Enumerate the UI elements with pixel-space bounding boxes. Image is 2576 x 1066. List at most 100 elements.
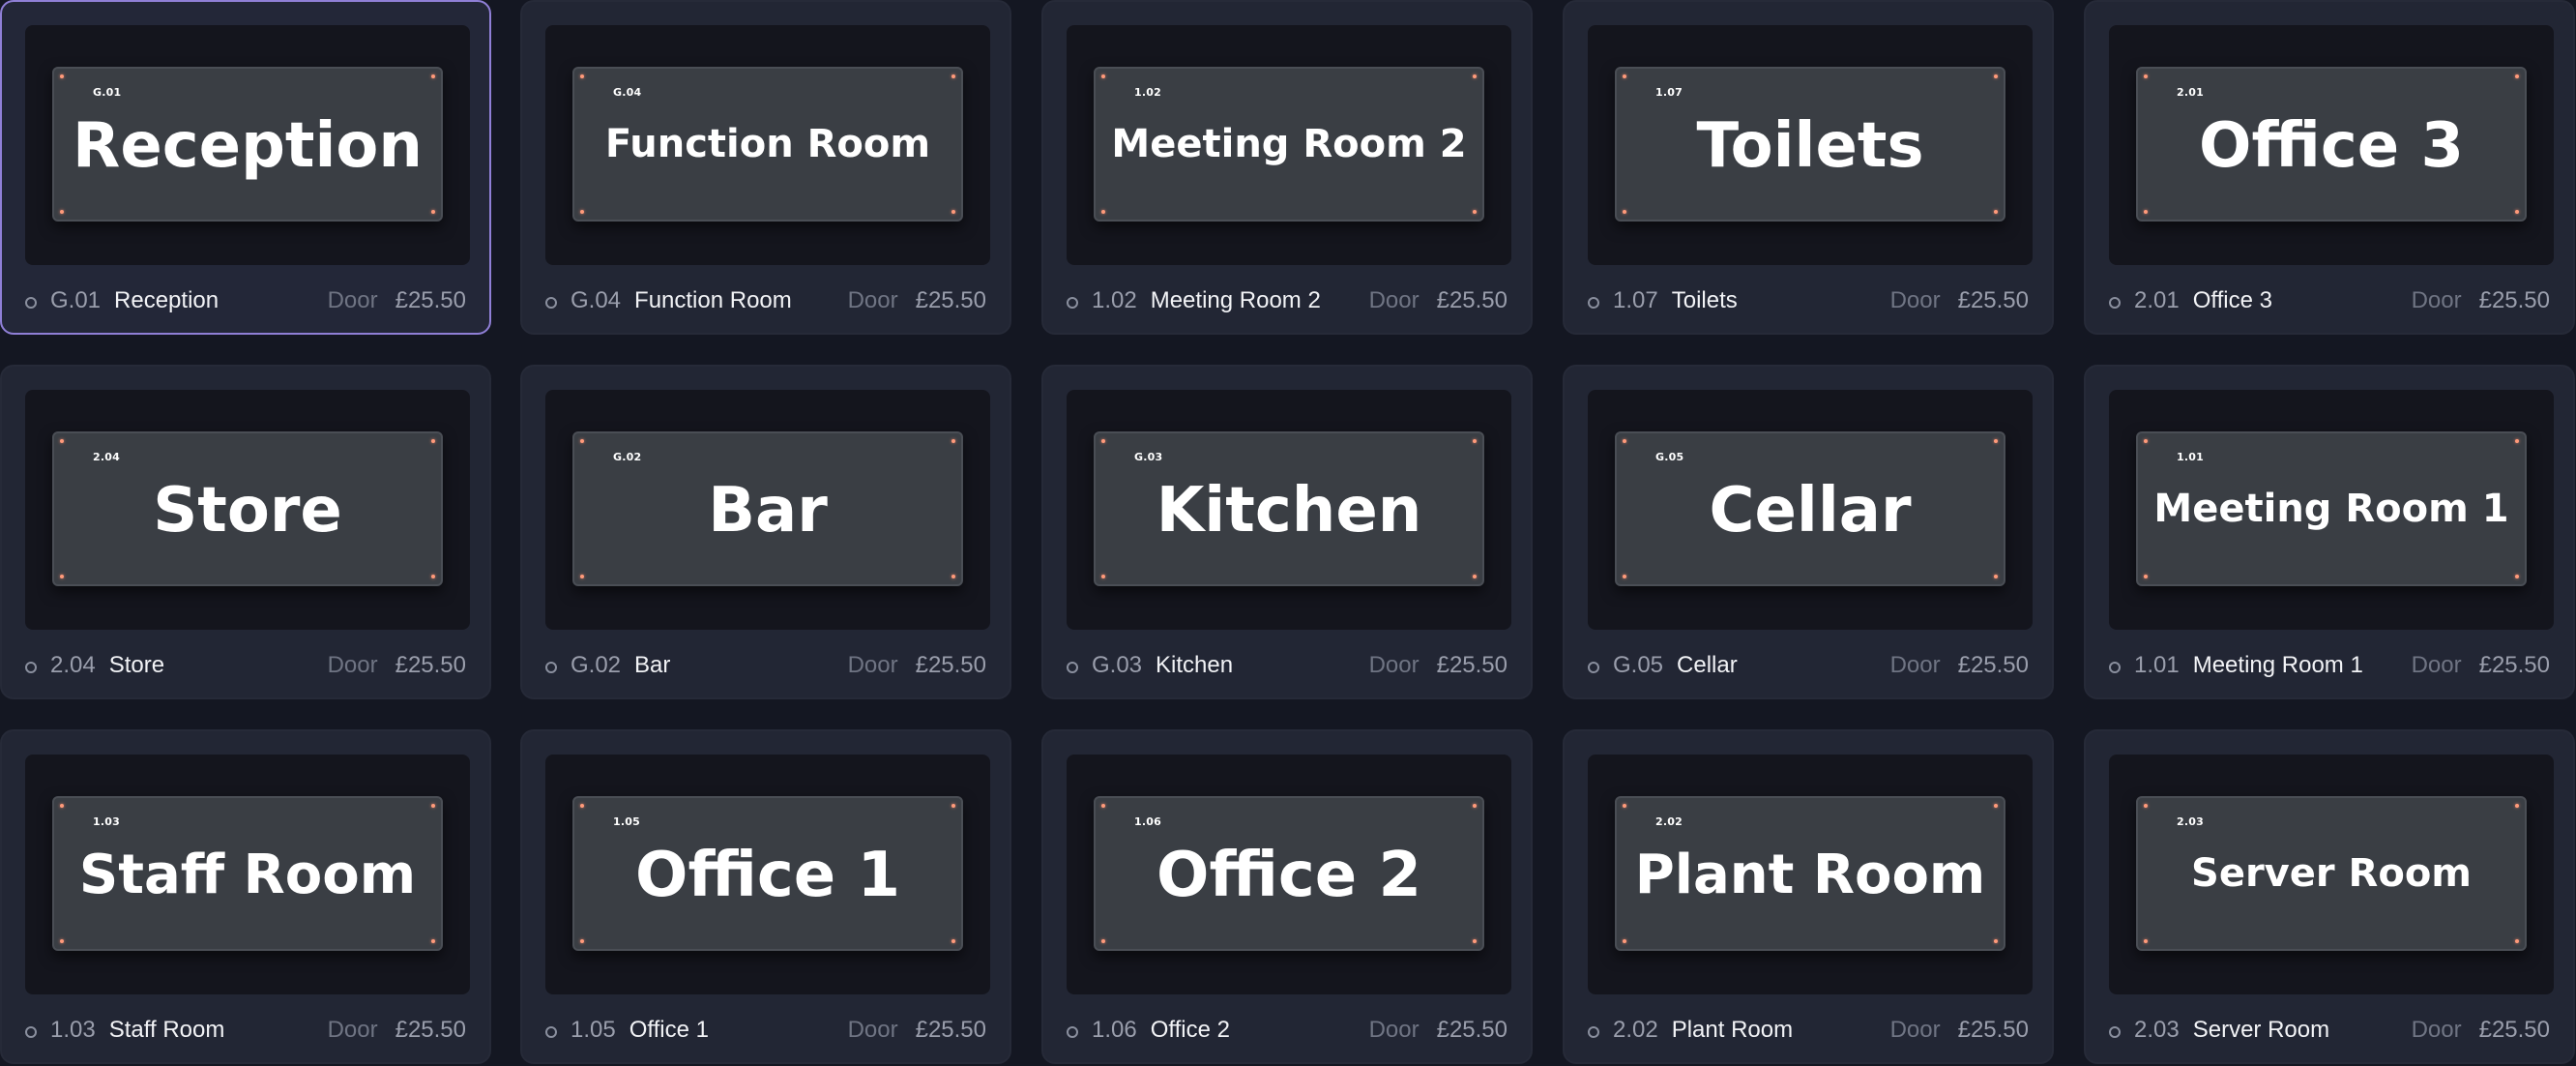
sign-type: Door <box>847 652 898 678</box>
sign-preview: 1.06 Office 2 <box>1067 755 1511 994</box>
sign-preview: G.03 Kitchen <box>1067 390 1511 630</box>
card-footer: 1.07 Toilets Door £25.50 <box>1588 287 2029 313</box>
card-footer: 1.05 Office 1 Door £25.50 <box>545 1017 986 1043</box>
screw-icon <box>2515 804 2519 808</box>
plate-room-name: Staff Room <box>78 844 417 906</box>
screw-icon <box>431 575 435 578</box>
screw-icon <box>60 210 64 214</box>
sign-card-toilets[interactable]: 1.07 Toilets 1.07 Toilets Door £25.50 <box>1563 0 2054 335</box>
screw-icon <box>1623 804 1626 808</box>
plate-room-name: Cellar <box>1709 475 1912 547</box>
sign-card-office-1[interactable]: 1.05 Office 1 1.05 Office 1 Door £25.50 <box>520 729 1011 1064</box>
sign-type: Door <box>2411 1017 2462 1043</box>
sign-price: £25.50 <box>395 1017 466 1043</box>
radio-icon[interactable] <box>1588 662 1599 673</box>
screw-icon <box>60 74 64 78</box>
radio-icon[interactable] <box>545 297 557 309</box>
radio-icon[interactable] <box>1067 1026 1078 1038</box>
sign-card-bar[interactable]: G.02 Bar G.02 Bar Door £25.50 <box>520 365 1011 699</box>
plate-room-name: Server Room <box>2191 851 2472 896</box>
screw-icon <box>580 575 584 578</box>
sign-card-meeting-room-2[interactable]: 1.02 Meeting Room 2 1.02 Meeting Room 2 … <box>1041 0 1533 335</box>
sign-preview: G.05 Cellar <box>1588 390 2033 630</box>
sign-card-plant-room[interactable]: 2.02 Plant Room 2.02 Plant Room Door £25… <box>1563 729 2054 1064</box>
screw-icon <box>1623 439 1626 443</box>
room-code: G.05 <box>1613 652 1664 678</box>
sign-card-cellar[interactable]: G.05 Cellar G.05 Cellar Door £25.50 <box>1563 365 2054 699</box>
radio-icon[interactable] <box>545 1026 557 1038</box>
room-code: G.04 <box>571 287 622 313</box>
radio-icon[interactable] <box>1588 1026 1599 1038</box>
sign-card-office-3[interactable]: 2.01 Office 3 2.01 Office 3 Door £25.50 <box>2084 0 2575 335</box>
card-footer: 2.03 Server Room Door £25.50 <box>2109 1017 2550 1043</box>
card-footer: 1.06 Office 2 Door £25.50 <box>1067 1017 1508 1043</box>
radio-icon[interactable] <box>2109 1026 2121 1038</box>
sign-card-staff-room[interactable]: 1.03 Staff Room 1.03 Staff Room Door £25… <box>0 729 491 1064</box>
radio-icon[interactable] <box>25 297 37 309</box>
screw-icon <box>60 439 64 443</box>
sign-card-office-2[interactable]: 1.06 Office 2 1.06 Office 2 Door £25.50 <box>1041 729 1533 1064</box>
screw-icon <box>1994 804 1998 808</box>
screw-icon <box>1994 439 1998 443</box>
room-code: 1.03 <box>50 1017 96 1043</box>
screw-icon <box>2144 74 2148 78</box>
screw-icon <box>951 804 955 808</box>
sign-card-store[interactable]: 2.04 Store 2.04 Store Door £25.50 <box>0 365 491 699</box>
screw-icon <box>431 439 435 443</box>
room-name: Meeting Room 1 <box>2192 652 2363 678</box>
sign-price: £25.50 <box>915 1017 986 1043</box>
sign-type: Door <box>847 1017 898 1043</box>
screw-icon <box>2144 939 2148 943</box>
screw-icon <box>2515 939 2519 943</box>
plate-room-code: 1.03 <box>93 815 120 828</box>
radio-icon[interactable] <box>1067 662 1078 673</box>
sign-type: Door <box>1889 1017 1941 1043</box>
room-code: 1.01 <box>2134 652 2180 678</box>
radio-icon[interactable] <box>2109 297 2121 309</box>
screw-icon <box>60 939 64 943</box>
screw-icon <box>1101 575 1105 578</box>
plate-room-code: 1.07 <box>1655 86 1683 99</box>
screw-icon <box>2144 575 2148 578</box>
sign-card-server-room[interactable]: 2.03 Server Room 2.03 Server Room Door £… <box>2084 729 2575 1064</box>
sign-type: Door <box>1368 652 1420 678</box>
card-footer: 1.03 Staff Room Door £25.50 <box>25 1017 466 1043</box>
screw-icon <box>2515 575 2519 578</box>
screw-icon <box>580 74 584 78</box>
room-code: G.02 <box>571 652 622 678</box>
radio-icon[interactable] <box>25 662 37 673</box>
screw-icon <box>580 210 584 214</box>
sign-preview: 2.01 Office 3 <box>2109 25 2554 265</box>
sign-preview: 2.03 Server Room <box>2109 755 2554 994</box>
radio-icon[interactable] <box>1067 297 1078 309</box>
screw-icon <box>1473 74 1477 78</box>
sign-price: £25.50 <box>1436 652 1508 678</box>
screw-icon <box>2144 439 2148 443</box>
sign-price: £25.50 <box>1957 1017 2029 1043</box>
room-code: 2.03 <box>2134 1017 2180 1043</box>
sign-card-meeting-room-1[interactable]: 1.01 Meeting Room 1 1.01 Meeting Room 1 … <box>2084 365 2575 699</box>
screw-icon <box>1994 939 1998 943</box>
sign-price: £25.50 <box>2478 287 2550 313</box>
plate-room-code: 1.02 <box>1134 86 1161 99</box>
sign-card-kitchen[interactable]: G.03 Kitchen G.03 Kitchen Door £25.50 <box>1041 365 1533 699</box>
radio-icon[interactable] <box>25 1026 37 1038</box>
sign-type: Door <box>1368 287 1420 313</box>
plate-room-name: Kitchen <box>1156 475 1422 547</box>
sign-card-reception[interactable]: G.01 Reception G.01 Reception Door £25.5… <box>0 0 491 335</box>
screw-icon <box>1623 939 1626 943</box>
radio-icon[interactable] <box>1588 297 1599 309</box>
card-footer: 2.01 Office 3 Door £25.50 <box>2109 287 2550 313</box>
screw-icon <box>2515 74 2519 78</box>
card-footer: G.05 Cellar Door £25.50 <box>1588 652 2029 678</box>
screw-icon <box>2515 439 2519 443</box>
room-code: 1.05 <box>571 1017 616 1043</box>
plate-room-code: G.01 <box>93 86 122 99</box>
plate-room-code: G.02 <box>613 451 642 463</box>
radio-icon[interactable] <box>545 662 557 673</box>
sign-card-function-room[interactable]: G.04 Function Room G.04 Function Room Do… <box>520 0 1011 335</box>
screw-icon <box>1623 575 1626 578</box>
screw-icon <box>1101 210 1105 214</box>
radio-icon[interactable] <box>2109 662 2121 673</box>
card-footer: 2.04 Store Door £25.50 <box>25 652 466 678</box>
